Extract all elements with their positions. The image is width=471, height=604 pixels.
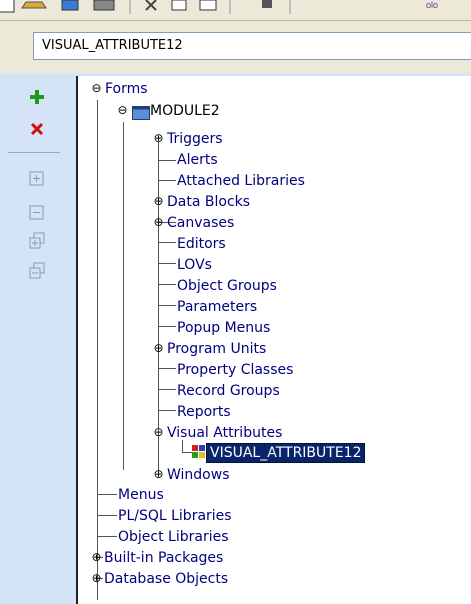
tree-line [158,368,176,369]
tree-line [158,284,176,285]
tree-node-visual-attribute-item[interactable]: VISUAL_ATTRIBUTE12 [206,443,366,463]
tree-node-program-units[interactable]: Program Units [167,340,266,358]
tree-line [158,142,159,472]
tree-line [123,122,124,470]
tree-line [158,326,176,327]
tree-line [182,452,192,453]
collapse-toggle[interactable]: ⊖ [152,426,165,439]
tree-node-forms[interactable]: Forms [105,80,148,98]
collapse-icon[interactable] [28,204,46,222]
expand-toggle[interactable]: ⊕ [152,195,165,208]
name-bar: VISUAL_ATTRIBUTE12 [0,21,471,73]
tree-node-windows[interactable]: Windows [167,466,230,484]
tree-line [97,494,117,495]
tree-node-alerts[interactable]: Alerts [177,151,218,169]
expand-toggle[interactable]: ⊕ [90,572,103,585]
tree-node-record-groups[interactable]: Record Groups [177,382,280,400]
tree-line [158,180,176,181]
tree-node-triggers[interactable]: Triggers [167,130,223,148]
tree-node-canvases[interactable]: Canvases [167,214,234,232]
expand-toggle[interactable]: ⊕ [90,551,103,564]
expand-toggle[interactable]: ⊕ [152,342,165,355]
tree-node-editors[interactable]: Editors [177,235,226,253]
delete-icon[interactable] [28,120,46,138]
tree-node-database-objects[interactable]: Database Objects [104,570,228,588]
form-module-icon [132,106,150,120]
expand-icon[interactable] [28,170,46,188]
tree-line [158,263,176,264]
toolbar-icons [0,0,291,14]
tree-node-object-libraries[interactable]: Object Libraries [118,528,229,546]
tree-node-visual-attributes[interactable]: Visual Attributes [167,424,282,442]
tree-line [158,410,176,411]
tree-node-plsql-libraries[interactable]: PL/SQL Libraries [118,507,232,525]
object-navigator-tree: ⊖ Forms ⊖ MODULE2 ⊕ Triggers Alerts Atta… [76,76,471,604]
tree-line [158,242,176,243]
toolbar: olo [0,0,471,21]
collapse-toggle[interactable]: ⊖ [116,104,129,117]
tree-line [158,160,176,161]
visual-attribute-icon [192,445,205,458]
tree-node-builtin-packages[interactable]: Built-in Packages [104,549,223,567]
add-icon[interactable] [28,88,46,106]
expand-toggle[interactable]: ⊕ [152,216,165,229]
tree-node-reports[interactable]: Reports [177,403,231,421]
toolbar-corner-text: olo [426,0,439,10]
tree-node-data-blocks[interactable]: Data Blocks [167,193,250,211]
tree-node-module[interactable]: MODULE2 [150,102,220,120]
tree-node-lovs[interactable]: LOVs [177,256,212,274]
tree-node-attached-libraries[interactable]: Attached Libraries [177,172,305,190]
collapse-toggle[interactable]: ⊖ [90,82,103,95]
expand-all-icon[interactable] [28,232,46,250]
tree-node-object-groups[interactable]: Object Groups [177,277,277,295]
tree-node-popup-menus[interactable]: Popup Menus [177,319,270,337]
collapse-all-icon[interactable] [28,262,46,280]
tree-node-parameters[interactable]: Parameters [177,298,257,316]
expand-toggle[interactable]: ⊕ [152,132,165,145]
tree-line [158,389,176,390]
expand-toggle[interactable]: ⊕ [152,468,165,481]
tree-line [97,515,117,516]
tool-separator [8,152,60,153]
navigator-toolbar [0,76,68,604]
tree-line [97,100,98,600]
tree-node-property-classes[interactable]: Property Classes [177,361,293,379]
tree-node-menus[interactable]: Menus [118,486,164,504]
tree-line [97,536,117,537]
tree-line [158,305,176,306]
object-name-field[interactable]: VISUAL_ATTRIBUTE12 [33,32,471,60]
